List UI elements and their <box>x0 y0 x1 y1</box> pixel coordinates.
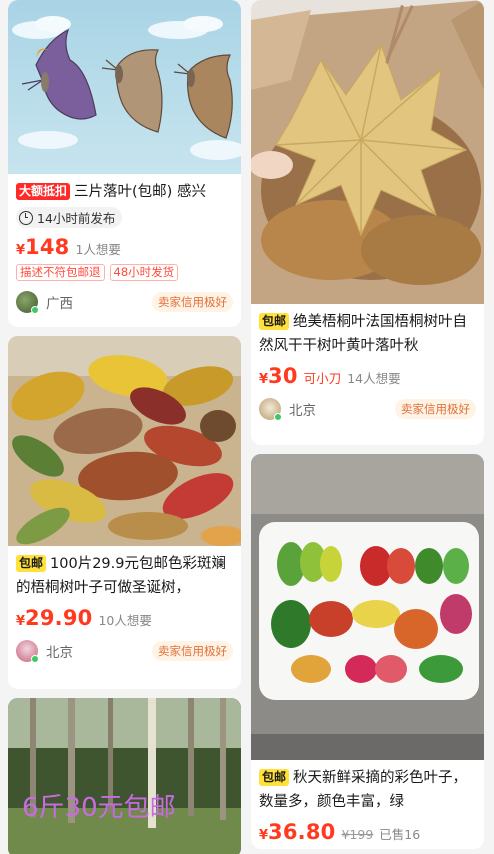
want-count: 1人想要 <box>75 241 121 257</box>
seller-location: 北京 <box>289 403 316 419</box>
cartoon-leaf-butterflies-image <box>8 0 241 174</box>
service-label: 48小时发货 <box>109 263 179 281</box>
product-info: 包邮 绝美梧桐叶法国梧桐树叶自然风干干树叶黄叶落叶秋 ¥30 可小刀 14人想要 … <box>251 304 484 429</box>
avatar[interactable] <box>16 640 39 663</box>
publish-time: 14小时前发布 <box>37 211 116 226</box>
colorful-leaves-pile-image <box>8 336 241 546</box>
service-label: 描述不符包邮退 <box>16 263 105 281</box>
product-card[interactable]: 包邮 绝美梧桐叶法国梧桐树叶自然风干干树叶黄叶落叶秋 ¥30 可小刀 14人想要 … <box>251 0 484 445</box>
free-shipping-badge: 包邮 <box>16 555 47 572</box>
seller-row[interactable]: 北京 卖家信用极好 <box>16 639 233 663</box>
original-price: ¥199 <box>341 827 374 842</box>
price: ¥30 <box>259 364 298 388</box>
leaves-tray-image <box>251 454 484 760</box>
online-dot <box>274 413 282 421</box>
feed-column-right: 包邮 绝美梧桐叶法国梧桐树叶自然风干干树叶黄叶落叶秋 ¥30 可小刀 14人想要 … <box>251 0 484 854</box>
price: ¥148 <box>16 234 70 259</box>
price: ¥36.80 <box>259 820 336 844</box>
bargain-label: 可小刀 <box>303 371 342 386</box>
poplar-forest-image: 6斤30元包邮 <box>8 698 241 854</box>
seller-row[interactable]: 广西 卖家信用极好 <box>16 290 233 314</box>
online-dot <box>31 655 39 663</box>
product-info: 大额抵扣 三片落叶(包邮) 感兴 14小时前发布 ¥148 1人想要 描述不符包邮… <box>8 174 241 322</box>
product-image[interactable]: 6斤30元包邮 <box>8 698 241 854</box>
free-shipping-badge: 包邮 <box>259 313 290 330</box>
publish-time-pill: 14小时前发布 <box>16 207 123 228</box>
product-title[interactable]: 包邮 100片29.9元包邮色彩斑斓的梧桐树叶子可做圣诞树， <box>16 552 233 600</box>
product-card[interactable]: 大额抵扣 三片落叶(包邮) 感兴 14小时前发布 ¥148 1人想要 描述不符包邮… <box>8 0 241 327</box>
product-card[interactable]: 6斤30元包邮 <box>8 698 241 854</box>
clock-icon <box>19 210 33 225</box>
price-row: ¥148 1人想要 <box>16 235 233 259</box>
online-dot <box>31 305 39 314</box>
feed-column-left: 大额抵扣 三片落叶(包邮) 感兴 14小时前发布 ¥148 1人想要 描述不符包邮… <box>8 0 241 854</box>
price-row: ¥29.90 10人想要 <box>16 606 233 630</box>
credit-badge: 卖家信用极好 <box>152 641 233 661</box>
product-image[interactable] <box>8 0 241 174</box>
seller-row[interactable]: 北京 卖家信用极好 <box>259 397 476 421</box>
service-labels: 描述不符包邮退 48小时发货 <box>16 263 233 281</box>
free-shipping-badge: 包邮 <box>259 769 290 786</box>
seller-location: 广西 <box>46 295 73 312</box>
price-row: ¥36.80 ¥199 已售16 <box>259 820 476 844</box>
avatar[interactable] <box>16 290 39 314</box>
product-info: 包邮 100片29.9元包邮色彩斑斓的梧桐树叶子可做圣诞树， ¥29.90 10人… <box>8 546 241 671</box>
product-title[interactable]: 大额抵扣 三片落叶(包邮) 感兴 <box>16 180 233 204</box>
avatar[interactable] <box>259 398 282 421</box>
price-row: ¥30 可小刀 14人想要 <box>259 364 476 388</box>
discount-badge: 大额抵扣 <box>16 183 71 200</box>
product-card[interactable]: 包邮 100片29.9元包邮色彩斑斓的梧桐树叶子可做圣诞树， ¥29.90 10人… <box>8 336 241 689</box>
dried-plane-tree-leaves-box-image <box>251 0 484 304</box>
sold-count: 已售16 <box>379 827 421 842</box>
product-title[interactable]: 包邮 绝美梧桐叶法国梧桐树叶自然风干干树叶黄叶落叶秋 <box>259 310 476 358</box>
product-image[interactable] <box>8 336 241 546</box>
want-count: 10人想要 <box>98 613 152 628</box>
product-image[interactable] <box>251 0 484 304</box>
overlay-text: 6斤30元包邮 <box>22 793 176 823</box>
product-card[interactable]: 包邮 秋天新鲜采摘的彩色叶子，数量多，颜色丰富，绿 ¥36.80 ¥199 已售1… <box>251 454 484 849</box>
want-count: 14人想要 <box>347 371 401 386</box>
credit-badge: 卖家信用极好 <box>152 291 233 312</box>
product-info: 包邮 秋天新鲜采摘的彩色叶子，数量多，颜色丰富，绿 ¥36.80 ¥199 已售1… <box>251 760 484 849</box>
credit-badge: 卖家信用极好 <box>395 399 476 419</box>
price: ¥29.90 <box>16 606 93 630</box>
listing-feed: 大额抵扣 三片落叶(包邮) 感兴 14小时前发布 ¥148 1人想要 描述不符包邮… <box>0 0 494 854</box>
product-title[interactable]: 包邮 秋天新鲜采摘的彩色叶子，数量多，颜色丰富，绿 <box>259 766 476 814</box>
product-image[interactable] <box>251 454 484 760</box>
seller-location: 北京 <box>46 645 73 661</box>
